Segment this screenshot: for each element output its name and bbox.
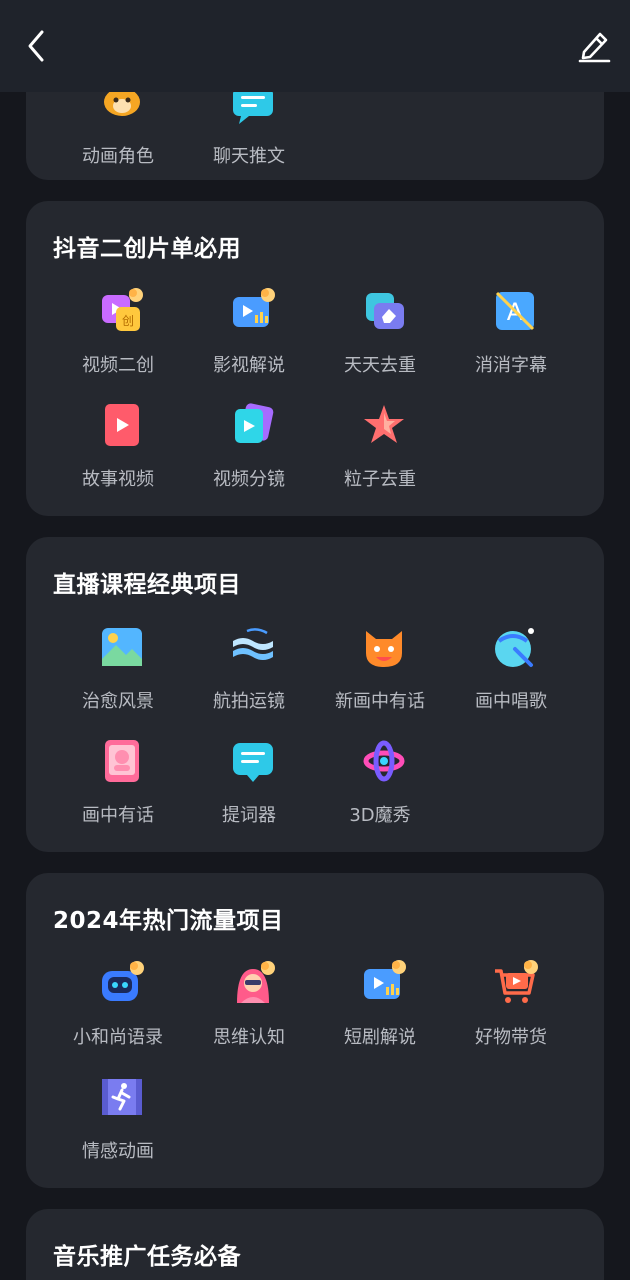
project-item[interactable]: 影视解说 (183, 287, 315, 387)
section-title: 直播课程经典项目 (53, 572, 241, 598)
project-label: 消消字幕 (475, 355, 547, 376)
subtitle-remove-icon: A (495, 291, 535, 331)
section-card-2024-hot: 2024年热门流量项目 小和尚语录 思维认知 短剧解说 好物带货 情感动画 (26, 873, 604, 1188)
project-label: 思维认知 (213, 1027, 285, 1048)
project-label: 粒子去重 (344, 469, 416, 490)
project-item[interactable]: A 消消字幕 (445, 287, 577, 387)
project-item[interactable]: 故事视频 (52, 401, 184, 501)
project-item[interactable]: 思维认知 (183, 959, 315, 1059)
project-item[interactable]: 聊天推文 (183, 78, 315, 178)
project-label: 聊天推文 (213, 146, 285, 167)
project-label: 画中有话 (82, 805, 154, 826)
project-item[interactable]: 提词器 (183, 737, 315, 837)
project-item[interactable]: 粒子去重 (314, 401, 446, 501)
section-card-douyin-remix: 抖音二创片单必用 创 视频二创 影视解说 天天去重 消消字幕 故事视频 视频分镜… (26, 201, 604, 516)
section-card-live-course: 直播课程经典项目 治愈风景 航拍运镜 新画中有话 画中唱歌 画中有话 提词器 3… (26, 537, 604, 852)
project-item[interactable]: 天天去重 (314, 287, 446, 387)
project-item[interactable]: 情感动画 (52, 1073, 184, 1173)
eraser-dedupe-icon (366, 293, 404, 329)
singing-ball-icon (495, 628, 534, 667)
cat-face-icon (366, 631, 402, 667)
section-title: 音乐推广任务必备 (53, 1244, 241, 1270)
3d-magic-icon (363, 740, 405, 782)
project-item[interactable]: 画中唱歌 (445, 623, 577, 723)
project-label: 情感动画 (82, 1141, 154, 1162)
project-label: 天天去重 (344, 355, 416, 376)
project-label: 治愈风景 (82, 691, 154, 712)
film-commentary-icon (233, 288, 275, 327)
project-label: 视频二创 (82, 355, 154, 376)
project-label: 故事视频 (82, 469, 154, 490)
project-label: 航拍运镜 (213, 691, 285, 712)
project-item[interactable]: 新画中有话 (314, 623, 446, 723)
storyboard-cards-icon (235, 403, 274, 443)
top-navigation-bar (0, 0, 630, 92)
talking-portrait-icon (105, 740, 139, 782)
edit-button[interactable] (576, 26, 612, 64)
project-list-page: 动画角色 聊天推文 抖音二创片单必用 创 视频二创 影视解说 天天去重 消消字幕… (0, 0, 630, 1280)
svg-text:创: 创 (122, 314, 134, 328)
project-item[interactable]: 创 视频二创 (52, 287, 184, 387)
project-label: 短剧解说 (344, 1027, 416, 1048)
particle-star-icon (364, 405, 404, 443)
project-item[interactable]: 短剧解说 (314, 959, 446, 1059)
project-item[interactable]: 动画角色 (52, 78, 184, 178)
thinking-girl-icon (237, 961, 275, 1003)
project-item[interactable]: 小和尚语录 (52, 959, 184, 1059)
project-label: 新画中有话 (335, 691, 425, 712)
teleprompter-icon (233, 743, 273, 782)
project-item[interactable]: 3D魔秀 (314, 737, 446, 837)
section-card-music-promo: 音乐推广任务必备 (26, 1209, 604, 1280)
project-label: 提词器 (222, 805, 276, 826)
landscape-picture-icon (102, 628, 142, 666)
project-label: 好物带货 (475, 1027, 547, 1048)
video-remix-icon: 创 (102, 288, 143, 331)
section-title: 2024年热门流量项目 (53, 908, 284, 934)
aerial-layers-icon (233, 628, 273, 660)
project-item[interactable]: 好物带货 (445, 959, 577, 1059)
short-drama-icon (364, 960, 406, 999)
project-label: 小和尚语录 (73, 1027, 163, 1048)
running-figure-film-icon (102, 1079, 142, 1115)
project-label: 画中唱歌 (475, 691, 547, 712)
chevron-left-icon (28, 30, 44, 62)
project-label: 3D魔秀 (349, 805, 411, 826)
pencil-edit-icon (578, 32, 611, 63)
project-item[interactable]: 视频分镜 (183, 401, 315, 501)
robot-monk-icon (102, 961, 144, 1001)
project-item[interactable]: 画中有话 (52, 737, 184, 837)
project-label: 影视解说 (213, 355, 285, 376)
project-label: 视频分镜 (213, 469, 285, 490)
section-title: 抖音二创片单必用 (53, 236, 241, 262)
back-button[interactable] (22, 28, 54, 64)
story-video-icon (105, 404, 139, 446)
shopping-cart-icon (495, 960, 538, 1003)
project-label: 动画角色 (82, 146, 154, 167)
project-item[interactable]: 航拍运镜 (183, 623, 315, 723)
project-item[interactable]: 治愈风景 (52, 623, 184, 723)
